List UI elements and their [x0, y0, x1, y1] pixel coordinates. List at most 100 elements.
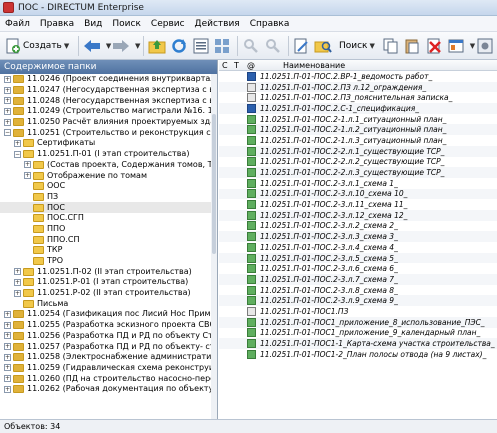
column-t[interactable]: T	[231, 61, 245, 70]
expand-icon[interactable]: +	[4, 97, 11, 105]
document-row[interactable]: 11.0251.П-01-ПОС1_приложение_9_календарн…	[219, 328, 497, 339]
tree-item[interactable]: − 11.0251 (Строительство и реконструкция …	[0, 127, 212, 138]
document-row[interactable]: 11.0251.П-01-ПОС1-1_Карта-схема участка …	[219, 338, 497, 349]
tree-item[interactable]: +11.0254 (Газификация пос Лисий Нос Прим…	[0, 309, 212, 320]
document-row[interactable]: 11.0251.П-01-ПОС.2-3.л.10_схема 10_	[219, 188, 497, 200]
expand-icon[interactable]: +	[14, 278, 21, 286]
tree-item[interactable]: +11.0250 Расчёт влияния проектируемых зд…	[0, 117, 212, 128]
expand-icon[interactable]: +	[4, 375, 11, 383]
tree-scrollbar[interactable]	[211, 74, 217, 419]
tree-item[interactable]: +11.0257 (Разработка ПД и РД по объекту-…	[0, 341, 212, 352]
tree-item[interactable]: +11.0255 (Разработка эскизного проекта С…	[0, 320, 212, 331]
document-row[interactable]: 11.0251.П-01-ПОС.2-3.л.7_схема 7_	[219, 274, 497, 285]
document-row[interactable]: 11.0251.П-01-ПОС1-2_План полосы отвода (…	[219, 349, 497, 360]
expand-icon[interactable]: +	[4, 86, 11, 94]
document-row[interactable]: 11.0251.П-01-ПОС.2-3.л.9_схема 9_	[219, 295, 497, 307]
document-row[interactable]: 11.0251.П-01-ПОС.2-1.л.1_ситуационный пл…	[219, 114, 497, 125]
tree-item[interactable]: ПЗ	[0, 192, 212, 203]
document-row[interactable]: 11.0251.П-01-ПОС.2-1.л.2_ситуационный пл…	[219, 124, 497, 136]
document-row[interactable]: 11.0251.П-01-ПОС.2-3.л.11_схема 11_	[219, 199, 497, 210]
tree-item[interactable]: ПОС	[0, 202, 212, 213]
expand-icon[interactable]: +	[24, 161, 31, 169]
column-c[interactable]: C	[219, 61, 231, 70]
document-row[interactable]: 11.0251.П-01-ПОС.2.С-1_спецификация_	[219, 103, 497, 114]
tree-item[interactable]: Письма	[0, 298, 212, 309]
tree-item[interactable]: ТРО	[0, 256, 212, 267]
menu-help[interactable]: Справка	[250, 19, 290, 29]
expand-icon[interactable]: +	[4, 385, 11, 393]
settings-button[interactable]	[475, 35, 495, 57]
edit-button[interactable]	[291, 35, 311, 57]
document-row[interactable]: 11.0251.П-01-ПОС.2-1.л.3_ситуационный пл…	[219, 135, 497, 146]
find-help-button[interactable]	[263, 35, 283, 57]
expand-icon[interactable]: +	[4, 332, 11, 340]
tree-item[interactable]: ООС	[0, 181, 212, 192]
expand-icon[interactable]: +	[4, 118, 11, 126]
tree-item[interactable]: +11.0258 (Электроснабжение административ…	[0, 352, 212, 363]
menu-file[interactable]: Файл	[5, 19, 30, 29]
document-row[interactable]: 11.0251.П-01-ПОС.2-2.л.1_существующие ТС…	[219, 145, 497, 157]
copy-button[interactable]	[381, 35, 401, 57]
tree-item[interactable]: − 11.0251.П-01 (I этап строительства)	[0, 149, 212, 160]
scrollbar-thumb[interactable]	[212, 114, 216, 254]
tree-item[interactable]: +11.0249 (Строительство магистрали №16. …	[0, 106, 212, 117]
tree-item[interactable]: +11.0251.П-02 (II этап строительства)	[0, 266, 212, 277]
collapse-icon[interactable]: −	[4, 129, 11, 137]
collapse-icon[interactable]: −	[14, 150, 21, 158]
tree-item[interactable]: +11.0260 (ПД на строительство насосно-пе…	[0, 373, 212, 384]
document-row[interactable]: 11.0251.П-01-ПОС.2-3.л.8_схема 8_	[219, 285, 497, 296]
expand-icon[interactable]: +	[24, 172, 31, 180]
document-row[interactable]: 11.0251.П-01-ПОС.2-2.л.2_существующие ТС…	[219, 157, 497, 168]
column-name[interactable]: Наименование	[257, 61, 345, 70]
grid-view-button[interactable]	[213, 35, 233, 57]
create-button[interactable]: Создать ▼	[3, 35, 71, 57]
menu-service[interactable]: Сервис	[151, 19, 185, 29]
tree-item[interactable]: ППО.СП	[0, 234, 212, 245]
column-attachment[interactable]: @	[245, 61, 257, 70]
menu-view[interactable]: Вид	[84, 19, 102, 29]
tree-item[interactable]: ТКР	[0, 245, 212, 256]
tree-item[interactable]: +11.0259 (Гидравлическая схема реконстру…	[0, 363, 212, 374]
expand-icon[interactable]: +	[4, 75, 11, 83]
up-folder-button[interactable]	[147, 35, 167, 57]
document-row[interactable]: 11.0251.П-01-ПОС.2-3.л.4_схема 4_	[219, 242, 497, 253]
document-row[interactable]: 11.0251.П-01-ПОС.2-3.л.2_схема 2_	[219, 221, 497, 232]
tree-item[interactable]: + (Состав проекта, Содержания томов, Титу…	[0, 160, 212, 171]
tree-item[interactable]: +11.0262 (Рабочая документация по объект…	[0, 384, 212, 395]
document-row[interactable]: 11.0251.П-01-ПОС.2.ПЗ_пояснительная запи…	[219, 92, 497, 103]
expand-icon[interactable]: +	[4, 364, 11, 372]
paste-button[interactable]	[403, 35, 423, 57]
expand-icon[interactable]: +	[4, 310, 11, 318]
chevron-down-icon[interactable]: ▼	[135, 42, 140, 50]
back-button[interactable]	[82, 35, 102, 57]
document-row[interactable]: 11.0251.П-01-ПОС.2-3.л.5_схема 5_	[219, 252, 497, 264]
expand-icon[interactable]: +	[4, 343, 11, 351]
document-row[interactable]: 11.0251.П-01-ПОС1_приложение_8_использов…	[219, 316, 497, 328]
search-folder-button[interactable]	[313, 35, 333, 57]
tree-item[interactable]: +11.0248 (Негосударственная экспертиза с…	[0, 95, 212, 106]
tree-item[interactable]: +11.0256 (Разработка ПД и РД по объекту …	[0, 331, 212, 342]
document-row[interactable]: 11.0251.П-01-ПОС.2-3.л.6_схема 6_	[219, 263, 497, 274]
expand-icon[interactable]: +	[4, 353, 11, 361]
document-row[interactable]: 11.0251.П-01-ПОС.2.ПЗ л.12_ограждения_	[219, 81, 497, 93]
document-row[interactable]: 11.0251.П-01-ПОС1.ПЗ	[219, 306, 497, 317]
expand-icon[interactable]: +	[14, 289, 21, 297]
menu-actions[interactable]: Действия	[195, 19, 240, 29]
delete-button[interactable]	[424, 35, 444, 57]
menu-search[interactable]: Поиск	[112, 19, 141, 29]
menu-edit[interactable]: Правка	[40, 19, 74, 29]
search-dropdown-button[interactable]: Поиск ▼	[335, 35, 377, 57]
expand-icon[interactable]: +	[14, 139, 21, 147]
document-row[interactable]: 11.0251.П-01-ПОС.2-3.л.12_схема 12_	[219, 209, 497, 221]
document-row[interactable]: 11.0251.П-01-ПОС.2-2.л.3_существующие ТС…	[219, 167, 497, 178]
tree-item[interactable]: +11.0247 (Негосударственная экспертиза с…	[0, 85, 212, 96]
tree-item[interactable]: +11.0251.Р-02 (II этап строительства)	[0, 288, 212, 299]
forward-button[interactable]	[111, 35, 131, 57]
tree-item[interactable]: ПОС.СГП	[0, 213, 212, 224]
document-row[interactable]: 11.0251.П-01-ПОС.2.ВР-1_ведомость работ_	[219, 71, 497, 82]
tree-item[interactable]: + Отображение по томам	[0, 170, 212, 181]
refresh-button[interactable]	[169, 35, 189, 57]
properties-button[interactable]	[446, 35, 466, 57]
find-button[interactable]	[241, 35, 261, 57]
tree-item[interactable]: ППО	[0, 224, 212, 235]
